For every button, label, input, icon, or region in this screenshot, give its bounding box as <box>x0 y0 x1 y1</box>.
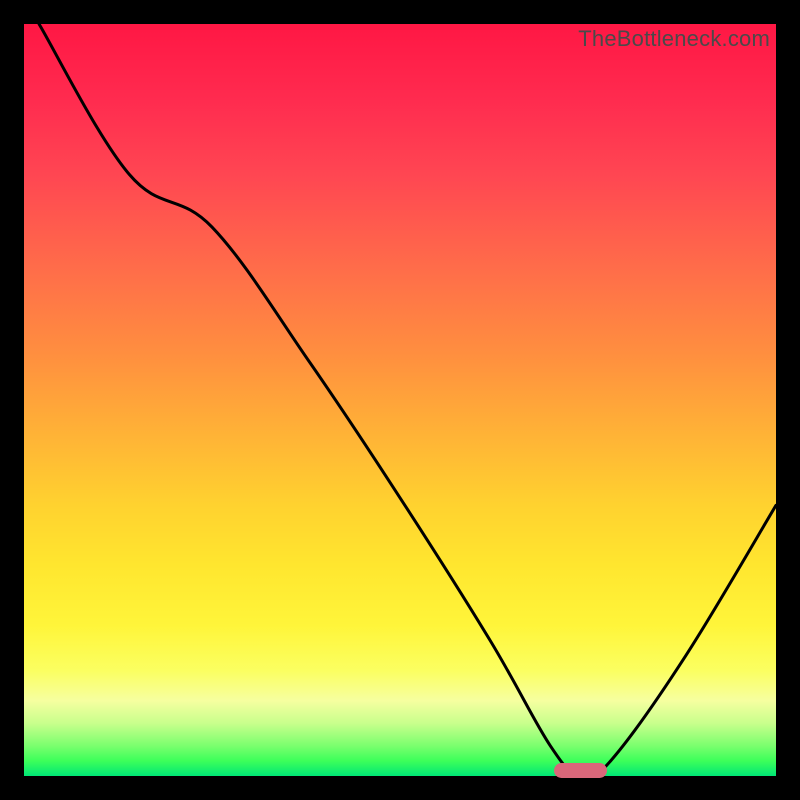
bottleneck-curve <box>24 24 776 776</box>
watermark-text: TheBottleneck.com <box>578 26 770 52</box>
optimal-marker <box>554 763 607 778</box>
chart-frame: TheBottleneck.com <box>24 24 776 776</box>
